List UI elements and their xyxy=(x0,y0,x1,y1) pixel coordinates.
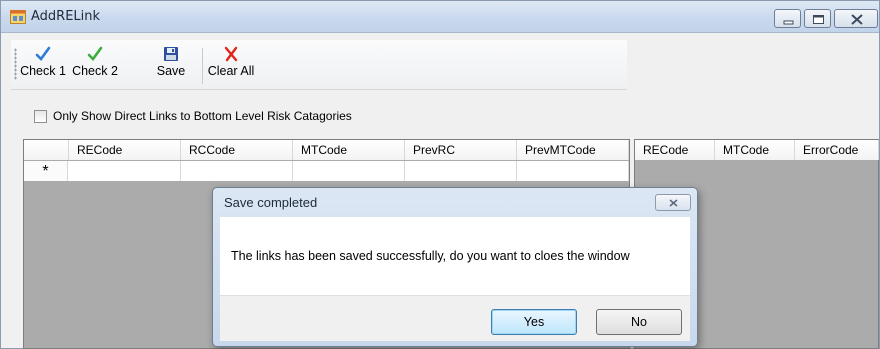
column-header-recode[interactable]: RECode xyxy=(635,140,715,160)
errors-grid-header: RECode MTCode ErrorCode xyxy=(635,140,879,160)
direct-links-checkbox[interactable] xyxy=(34,110,47,123)
save-button[interactable]: Save xyxy=(154,46,188,86)
direct-links-checkbox-label: Only Show Direct Links to Bottom Level R… xyxy=(53,109,352,123)
new-row-cell[interactable] xyxy=(68,161,181,181)
clear-all-button[interactable]: Clear All xyxy=(204,46,258,86)
window-title: AddRELink xyxy=(31,9,101,24)
app-window-icon xyxy=(10,10,26,24)
toolbar: Check 1 Check 2 Save Clear All xyxy=(11,40,627,90)
check1-label: Check 1 xyxy=(20,64,66,78)
no-button[interactable]: No xyxy=(596,309,682,335)
yes-button[interactable]: Yes xyxy=(491,309,577,335)
clear-all-label: Clear All xyxy=(207,64,255,78)
floppy-disk-icon xyxy=(164,47,178,61)
new-row-cell[interactable] xyxy=(517,161,629,181)
dialog-button-bar: Yes No xyxy=(220,295,690,341)
new-row-cell[interactable] xyxy=(293,161,405,181)
checkmark-blue-icon xyxy=(35,46,51,61)
dialog-close-button[interactable] xyxy=(655,194,691,211)
column-header-mtcode[interactable]: MTCode xyxy=(293,140,405,160)
minimize-button[interactable] xyxy=(774,9,801,28)
column-header-recode[interactable]: RECode xyxy=(69,140,181,160)
title-bar[interactable]: AddRELink xyxy=(1,1,879,33)
maximize-icon xyxy=(813,15,824,24)
red-x-icon xyxy=(224,46,238,62)
column-header-errorcode[interactable]: ErrorCode xyxy=(795,140,879,160)
toolbar-grip[interactable] xyxy=(14,48,17,80)
check2-label: Check 2 xyxy=(72,64,118,78)
checkmark-green-icon xyxy=(87,46,103,61)
new-row-cell[interactable] xyxy=(405,161,517,181)
close-button[interactable] xyxy=(834,9,878,28)
minimize-icon xyxy=(783,20,794,25)
close-icon xyxy=(669,199,678,207)
new-row-marker: * xyxy=(24,161,68,181)
column-header-prevmtcode[interactable]: PrevMTCode xyxy=(517,140,629,160)
save-label: Save xyxy=(156,64,186,78)
row-header-corner xyxy=(24,140,69,160)
column-header-rccode[interactable]: RCCode xyxy=(181,140,293,160)
check1-button[interactable]: Check 1 xyxy=(19,46,67,86)
save-completed-dialog: Save completed The links has been saved … xyxy=(212,187,698,347)
check2-button[interactable]: Check 2 xyxy=(70,46,120,86)
close-icon xyxy=(851,14,863,25)
toolbar-separator xyxy=(202,48,203,84)
new-row[interactable]: * xyxy=(24,161,629,181)
maximize-button[interactable] xyxy=(804,9,831,28)
column-header-prevrc[interactable]: PrevRC xyxy=(405,140,517,160)
addrelink-window: AddRELink Check 1 Check 2 Save Clear All… xyxy=(0,0,880,349)
dialog-body: The links has been saved successfully, d… xyxy=(220,217,690,341)
links-grid-header: RECode RCCode MTCode PrevRC PrevMTCode xyxy=(24,140,629,160)
dialog-message: The links has been saved successfully, d… xyxy=(231,249,630,263)
column-header-mtcode[interactable]: MTCode xyxy=(715,140,795,160)
dialog-title: Save completed xyxy=(224,195,318,210)
new-row-cell[interactable] xyxy=(181,161,293,181)
